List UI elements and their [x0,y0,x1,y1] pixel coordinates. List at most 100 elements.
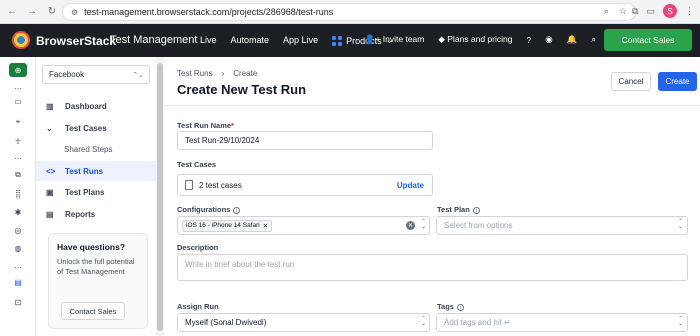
help-card: Have questions? Unlock the full potentia… [48,233,148,329]
breadcrumb-create: Create [233,69,258,78]
info-icon[interactable]: i [233,206,241,214]
test-run-name-label-text: Test Run Name [177,121,232,130]
sidebar-item-shared-steps[interactable]: Shared Steps [36,139,156,159]
bookmark-star-icon[interactable]: ☆ [619,6,627,17]
rail-dots-icon-3: ··· [14,263,22,272]
contact-sales-button[interactable]: Contact Sales [604,29,692,51]
product-rail: ⊕ ··· ▭ ⌖ ☥ ··· ⧉ ⣿ ✱ ◎ ◍ ··· ▤ ⊡ [0,57,36,336]
clipboard-icon: ▣ [46,187,54,197]
nav-app-live[interactable]: App Live [283,35,318,46]
description-textarea[interactable]: Write in brief about the test run [177,254,688,281]
configurations-select[interactable]: iOS 16 - iPhone 14 Safari ✕ ✕ ⌃ ⌄ [177,216,430,235]
page-title: Create New Test Run [177,82,307,97]
plans-link[interactable]: ◆ Plans and pricing [438,34,512,45]
sidebar-item-label: Test Plans [65,187,105,197]
project-select[interactable]: Facebook ⌃⌄ [42,65,150,84]
help-body: Unlock the full potential of Test Manage… [57,257,135,276]
rail-reports-icon[interactable]: ⊡ [0,298,36,307]
app-header: BrowserStack Test Management Live Automa… [0,24,700,57]
info-icon[interactable]: i [472,206,480,214]
chevron-down-icon: ⌄ [46,123,53,133]
project-select-value: Facebook [49,70,85,79]
clear-selection-icon[interactable]: ✕ [406,221,415,230]
scrollbar-thumb[interactable] [157,63,163,331]
rail-devices-icon[interactable]: ⧉ [0,170,36,180]
create-button[interactable]: Create [658,72,697,91]
update-test-cases-link[interactable]: Update [397,181,424,190]
rail-monitor-icon[interactable]: ▭ [0,97,36,106]
test-plan-label: Test Plan i [437,205,480,214]
sidebar-item-label: Test Runs [65,166,104,176]
brand-name[interactable]: BrowserStack [36,34,116,48]
search-icon[interactable]: ⌕ [591,34,596,45]
help-title: Have questions? [57,242,126,252]
sidebar-item-test-runs[interactable]: <> Test Runs [36,161,156,181]
rail-scan-icon[interactable]: ⌖ [0,117,36,127]
assign-run-select[interactable]: Myself (Sonal Dwivedi) ⌃ ⌄ [177,313,430,332]
browser-toolbar: ← → ↻ ⚙ test-management.browserstack.com… [0,0,700,24]
sidepanel-icon[interactable]: ▭ [646,6,655,17]
product-name[interactable]: Test Management [110,34,197,46]
configurations-label-text: Configurations [177,205,231,214]
forward-icon[interactable]: → [24,4,40,20]
sidebar-item-dashboard[interactable]: ▥ Dashboard [36,96,156,116]
reload-icon[interactable]: ↻ [44,4,60,20]
bar-chart-icon: ▥ [46,101,54,111]
rail-bug-icon[interactable]: ✱ [0,208,36,217]
test-plan-select[interactable]: Select from options ⌃ ⌄ [436,216,688,235]
rail-percy-icon[interactable]: ◍ [0,244,36,253]
address-bar[interactable]: ⚙ test-management.browserstack.com/proje… [62,3,636,21]
help-contact-sales-button[interactable]: Contact Sales [61,302,125,320]
nav-automate[interactable]: Automate [231,35,270,46]
sidebar-item-test-cases[interactable]: ⌄ Test Cases [36,118,156,138]
code-icon: <> [46,166,56,176]
back-icon[interactable]: ← [4,4,20,20]
rail-dots-icon-2: ··· [14,154,22,163]
sidebar-item-label: Test Cases [65,123,107,133]
user-plus-icon: 👤+ [364,34,383,44]
rail-test-management-icon[interactable]: ▤ [0,278,36,287]
app-switcher-icon[interactable]: ⊕ [9,63,27,77]
info-icon[interactable]: i [456,303,464,311]
sidebar-item-label: Shared Steps [64,144,113,154]
breadcrumb: Test Runs › Create [177,69,257,78]
chip-remove-icon[interactable]: ✕ [263,222,268,230]
site-info-icon[interactable]: ⚙ [71,8,78,17]
nav-live[interactable]: Live [200,35,217,46]
cancel-button[interactable]: Cancel [611,72,651,91]
extensions-icon[interactable]: ⧉ [632,6,638,17]
tags-label: Tags i [437,302,464,311]
plans-label: Plans and pricing [447,34,513,44]
zoom-icon[interactable]: ⌕ [604,6,609,17]
breadcrumb-separator-icon: › [221,69,225,78]
test-run-name-label: Test Run Name* [177,121,234,130]
account-icon[interactable]: ◉ [545,34,552,45]
main-content: Test Runs › Create Create New Test Run C… [164,57,700,336]
chevron-updown-icon: ⌃⌄ [421,316,427,327]
sidebar-item-test-plans[interactable]: ▣ Test Plans [36,182,156,202]
rail-grid-icon[interactable]: ⣿ [0,189,36,198]
sidebar-item-reports[interactable]: ▤ Reports [36,204,156,224]
browser-menu-icon[interactable]: ⋮ [685,6,694,17]
notifications-bell-icon[interactable]: 🔔 [567,34,578,45]
tags-placeholder: Add tags and hit ↵ [444,318,511,327]
invite-team-link[interactable]: 👤+ Invite team [365,34,425,45]
help-icon[interactable]: ? [526,35,531,45]
assign-run-value: Myself (Sonal Dwivedi) [185,318,267,327]
test-run-name-value: Test Run-29/10/2024 [185,136,260,145]
tags-label-text: Tags [437,302,454,311]
rail-person-icon[interactable]: ☥ [0,137,36,146]
report-icon: ▤ [46,209,54,219]
rail-accessibility-icon[interactable]: ◎ [0,226,36,235]
document-icon [185,180,193,190]
breadcrumb-test-runs[interactable]: Test Runs [177,69,213,78]
test-run-name-input[interactable]: Test Run-29/10/2024 [177,131,433,150]
sidebar-scrollbar[interactable] [156,57,164,336]
browserstack-logo-icon[interactable] [12,31,30,49]
profile-avatar[interactable]: S [663,4,677,18]
tags-input[interactable]: Add tags and hit ↵ ⌃ ⌄ [436,313,688,332]
project-sidebar: Facebook ⌃⌄ ▥ Dashboard ⌄ Test Cases Sha… [36,57,156,336]
test-cases-label: Test Cases [177,160,217,169]
header-divider [164,105,700,106]
configuration-chip-label: iOS 16 - iPhone 14 Safari [186,222,260,229]
